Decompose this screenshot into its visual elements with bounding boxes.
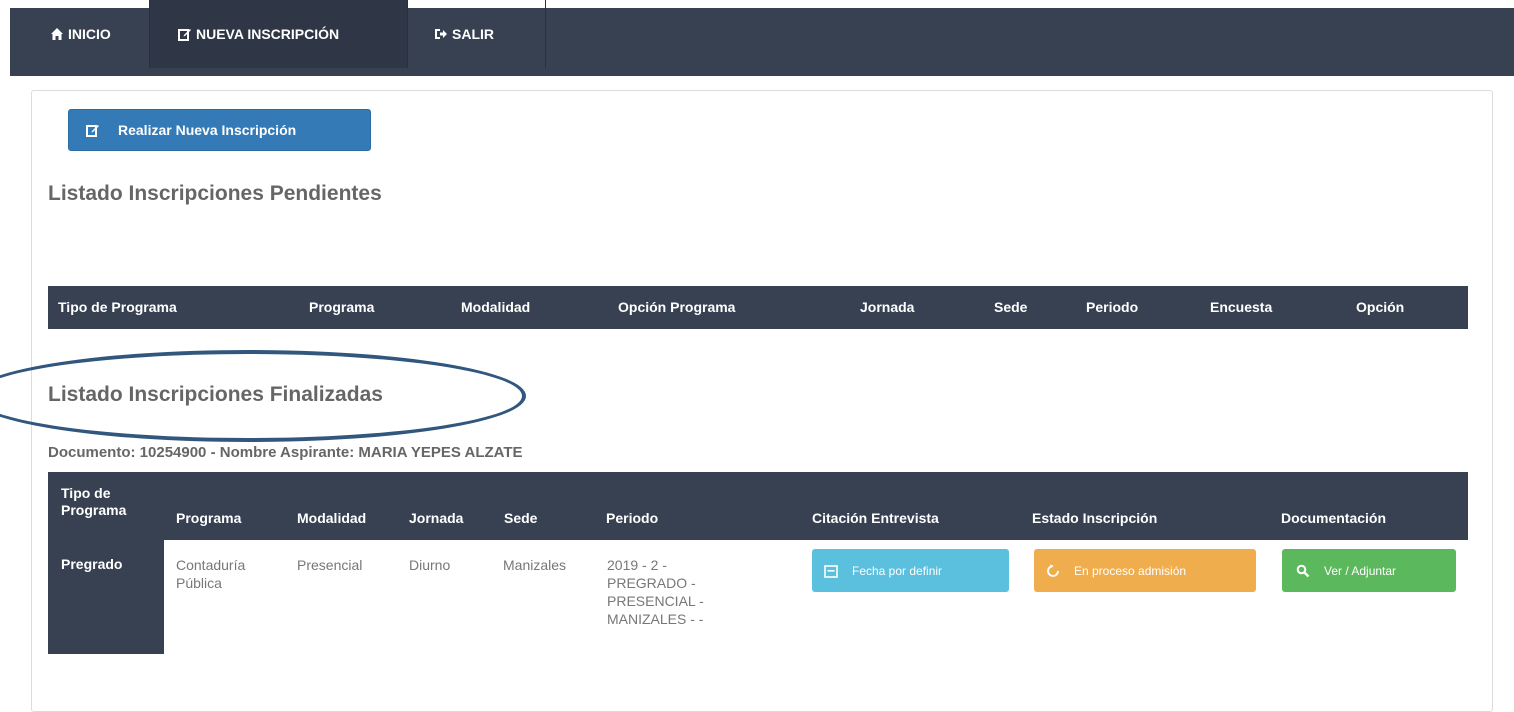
th-citacion-entrevista: Citación Entrevista — [812, 510, 939, 526]
applicant-info: Documento: 10254900 - Nombre Aspirante: … — [48, 444, 523, 461]
th-jornada: Jornada — [409, 510, 464, 526]
th-sede: Sede — [504, 510, 538, 526]
th-programa: Programa — [176, 510, 242, 526]
nav-salir[interactable]: SALIR — [408, 0, 546, 68]
row-programa: Contaduría Pública — [176, 557, 246, 591]
th-sede: Sede — [994, 299, 1028, 315]
pending-title: Listado Inscripciones Pendientes — [48, 182, 382, 205]
th-modalidad: Modalidad — [461, 299, 531, 315]
edit-icon — [178, 27, 192, 41]
th-encuesta: Encuesta — [1210, 299, 1273, 315]
view-attach-button[interactable]: Ver / Adjuntar — [1282, 549, 1456, 592]
th-documentacion: Documentación — [1281, 510, 1387, 526]
th-tipo-programa: Tipo de Programa — [61, 485, 127, 518]
nav-inicio[interactable]: INICIO — [20, 0, 150, 68]
nav-nueva-label: NUEVA INSCRIPCIÓN — [196, 26, 340, 42]
th-opcion: Opción — [1356, 299, 1405, 315]
nav-inicio-label: INICIO — [68, 26, 111, 42]
view-attach-label: Ver / Adjuntar — [1324, 563, 1397, 578]
home-icon — [50, 27, 64, 41]
row-modalidad: Presencial — [297, 557, 363, 573]
row-jornada: Diurno — [409, 557, 451, 573]
th-periodo: Periodo — [606, 510, 659, 526]
th-estado-inscripcion: Estado Inscripción — [1032, 510, 1158, 526]
nav-nueva-inscripcion[interactable]: NUEVA INSCRIPCIÓN — [150, 0, 408, 68]
nav-salir-label: SALIR — [452, 26, 494, 42]
search-icon — [1296, 564, 1310, 578]
interview-date-label: Fecha por definir — [852, 563, 943, 578]
th-programa: Programa — [309, 299, 375, 315]
edit-icon — [86, 123, 100, 137]
row-tipo-programa: Pregrado — [48, 540, 164, 654]
calendar-icon — [824, 564, 838, 578]
interview-date-button[interactable]: Fecha por definir — [812, 549, 1009, 592]
row-sede: Manizales — [503, 557, 567, 573]
status-label: En proceso admisión — [1074, 563, 1187, 578]
refresh-icon — [1046, 564, 1060, 578]
th-opcion-programa: Opción Programa — [618, 299, 736, 315]
new-inscription-button[interactable]: Realizar Nueva Inscripción — [68, 109, 371, 151]
status-button[interactable]: En proceso admisión — [1034, 549, 1256, 592]
th-tipo-programa: Tipo de Programa — [58, 299, 177, 315]
th-modalidad: Modalidad — [297, 510, 367, 526]
finished-title: Listado Inscripciones Finalizadas — [48, 383, 383, 406]
new-inscription-label: Realizar Nueva Inscripción — [118, 122, 297, 138]
th-jornada: Jornada — [860, 299, 915, 315]
row-periodo: 2019 - 2 - PREGRADO - PRESENCIAL - MANIZ… — [607, 557, 704, 627]
th-periodo: Periodo — [1086, 299, 1139, 315]
finished-table-header: Tipo de Programa Programa Modalidad Jorna… — [48, 472, 1468, 540]
sign-out-icon — [434, 27, 448, 41]
pending-table-header: Tipo de Programa Programa Modalidad Opci… — [48, 286, 1468, 329]
